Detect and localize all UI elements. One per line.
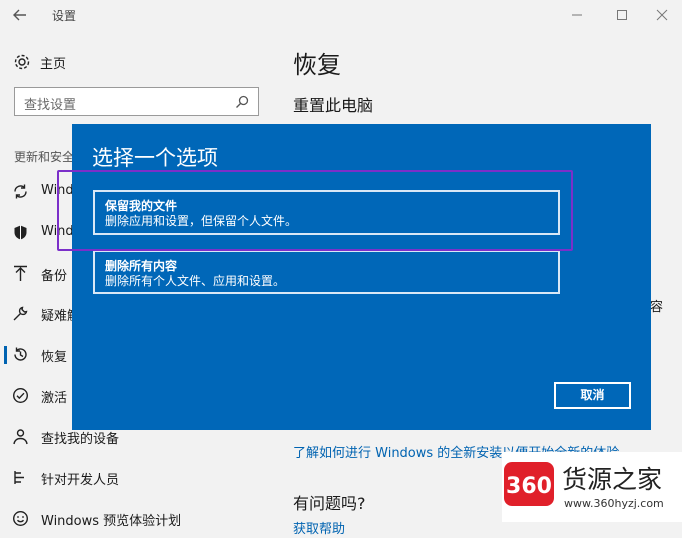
svg-text:360: 360 [506, 474, 552, 499]
sidebar-item-label: 激活 [41, 391, 68, 406]
maximize-icon[interactable] [612, 5, 632, 25]
backup-arrow-icon [12, 265, 29, 282]
check-circle-icon [12, 387, 29, 404]
gear-icon [14, 54, 30, 70]
cancel-button[interactable]: 取消 [554, 382, 631, 409]
smiley-icon [12, 510, 29, 527]
sidebar-item-label: Windows 预览体验计划 [41, 514, 182, 529]
active-indicator [4, 346, 7, 364]
sidebar-item-insider-program[interactable]: Windows 预览体验计划 [0, 501, 260, 535]
dialog-title: 选择一个选项 [92, 146, 218, 170]
watermark-logo: 360 货源之家 www.360hyzj.com [502, 452, 682, 522]
window-title: 设置 [52, 9, 77, 23]
section-label: 更新和安全 [14, 150, 75, 164]
person-location-icon [12, 428, 29, 445]
sidebar-item-for-developers[interactable]: 针对开发人员 [0, 460, 260, 494]
sync-icon [12, 183, 29, 200]
get-help-link[interactable]: 获取帮助 [293, 518, 345, 537]
watermark-text: 货源之家 [562, 465, 663, 494]
sidebar-item-label: 备份 [41, 269, 68, 284]
logo-badge-icon: 360 [504, 462, 554, 506]
remove-everything-option[interactable]: 删除所有内容 删除所有个人文件、应用和设置。 [93, 250, 560, 294]
help-heading: 有问题吗? [293, 494, 366, 513]
option-description: 删除所有个人文件、应用和设置。 [105, 274, 286, 288]
search-input[interactable]: 查找设置 [14, 87, 259, 116]
sidebar-item-label: 恢复 [41, 350, 68, 365]
sidebar-item-label: 查找我的设备 [41, 432, 120, 447]
title-bar: 设置 [0, 0, 682, 30]
history-icon [12, 346, 29, 363]
watermark-url: www.360hyzj.com [564, 497, 664, 510]
highlight-annotation [57, 170, 573, 251]
search-icon[interactable] [234, 94, 250, 114]
minimize-icon[interactable] [567, 5, 587, 25]
section-heading: 重置此电脑 [293, 96, 374, 115]
search-placeholder: 查找设置 [24, 98, 77, 113]
wrench-icon [12, 305, 29, 322]
home-label: 主页 [40, 57, 67, 72]
developer-icon [12, 469, 29, 486]
close-icon[interactable] [652, 5, 672, 25]
page-title: 恢复 [293, 51, 341, 79]
text-fragment: 容 [650, 300, 664, 315]
sidebar-item-label: 针对开发人员 [41, 473, 120, 488]
sidebar-home[interactable]: 主页 [10, 50, 210, 74]
back-arrow-icon[interactable] [10, 5, 30, 25]
shield-icon [12, 224, 29, 241]
